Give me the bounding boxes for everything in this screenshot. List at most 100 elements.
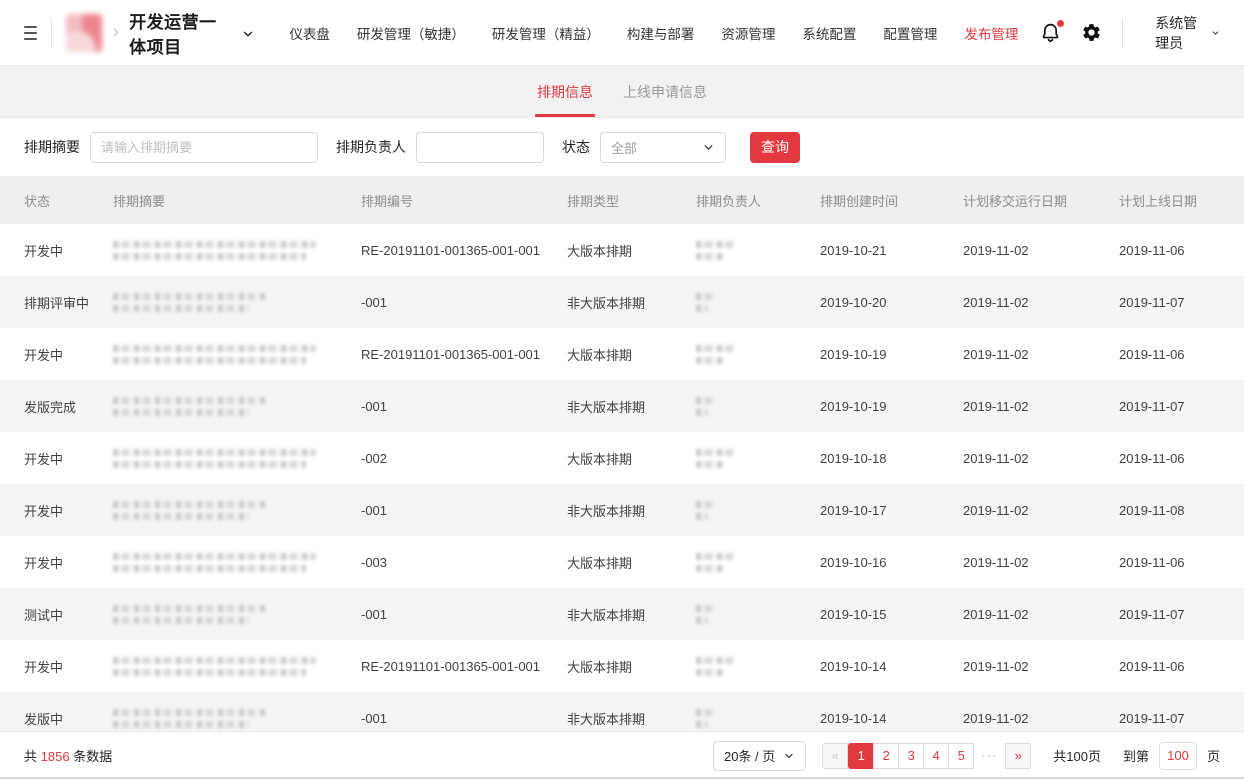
total-pages-text: 共100页 — [1053, 746, 1101, 765]
page-size-select[interactable]: 20条 / 页 — [713, 741, 806, 771]
goto-page-label: 到第 — [1123, 746, 1149, 765]
status-filter-select[interactable]: 全部 — [600, 132, 726, 163]
owner-redacted-text — [696, 709, 820, 728]
owner-redacted-text — [696, 605, 820, 624]
summary-filter-input[interactable] — [90, 132, 318, 163]
notification-badge — [1057, 20, 1064, 27]
status-cell: 开发中 — [24, 345, 113, 364]
chevron-down-icon — [783, 750, 795, 762]
column-header: 排期编号 — [361, 191, 567, 210]
schedule-code-cell: -003 — [361, 555, 567, 570]
handover-date-cell: 2019-11-02 — [963, 711, 1119, 726]
next-page-button[interactable]: » — [1005, 743, 1031, 769]
divider — [1122, 18, 1123, 48]
notifications-bell-icon[interactable] — [1040, 22, 1061, 43]
tab[interactable]: 排期信息 — [535, 66, 595, 117]
schedule-type-cell: 大版本排期 — [567, 553, 696, 572]
created-date-cell: 2019-10-14 — [820, 711, 963, 726]
owner-redacted-text — [696, 397, 820, 416]
schedule-type-cell: 非大版本排期 — [567, 293, 696, 312]
table-row[interactable]: 开发中 -001 非大版本排期 2019-10-17 2019-11-02 20… — [0, 484, 1244, 536]
schedule-code-cell: -002 — [361, 451, 567, 466]
page-button[interactable]: 4 — [923, 743, 949, 769]
page-button[interactable]: 1 — [848, 743, 874, 769]
tab-bar: 排期信息上线申请信息 — [0, 66, 1244, 118]
handover-date-cell: 2019-11-02 — [963, 555, 1119, 570]
created-date-cell: 2019-10-15 — [820, 607, 963, 622]
column-header: 排期负责人 — [696, 191, 820, 210]
status-cell: 开发中 — [24, 553, 113, 572]
total-count-number: 1856 — [41, 749, 70, 764]
user-menu[interactable]: 系统管理员 — [1141, 13, 1220, 53]
nav-item[interactable]: 配置管理 — [883, 23, 937, 43]
table-row[interactable]: 测试中 -001 非大版本排期 2019-10-15 2019-11-02 20… — [0, 588, 1244, 640]
schedule-type-cell: 非大版本排期 — [567, 397, 696, 416]
owner-redacted-text — [696, 449, 820, 468]
created-date-cell: 2019-10-14 — [820, 659, 963, 674]
tab[interactable]: 上线申请信息 — [621, 66, 709, 117]
online-date-cell: 2019-11-06 — [1119, 451, 1244, 466]
summary-redacted-text — [113, 397, 361, 416]
app-logo[interactable] — [66, 14, 103, 52]
goto-page-input[interactable] — [1159, 742, 1197, 770]
chevron-down-icon — [1211, 26, 1220, 40]
hamburger-menu-icon[interactable] — [24, 26, 37, 40]
schedule-code-cell: -001 — [361, 503, 567, 518]
owner-redacted-text — [696, 293, 820, 312]
status-cell: 发版完成 — [24, 397, 113, 416]
schedule-type-cell: 大版本排期 — [567, 345, 696, 364]
breadcrumb-chevron-icon: › — [112, 21, 119, 44]
page-buttons: « 12345 ··· » — [822, 743, 1031, 769]
chevron-down-icon[interactable] — [241, 27, 255, 41]
table-row[interactable]: 开发中 -002 大版本排期 2019-10-18 2019-11-02 201… — [0, 432, 1244, 484]
table-header: 状态排期摘要排期编号排期类型排期负责人排期创建时间计划移交运行日期计划上线日期 — [0, 176, 1244, 224]
table-row[interactable]: 开发中 RE-20191101-001365-001-001 大版本排期 201… — [0, 328, 1244, 380]
owner-redacted-text — [696, 553, 820, 572]
table-row[interactable]: 开发中 RE-20191101-001365-001-001 大版本排期 201… — [0, 224, 1244, 276]
status-cell: 排期评审中 — [24, 293, 113, 312]
table-row[interactable]: 发版中 -001 非大版本排期 2019-10-14 2019-11-02 20… — [0, 692, 1244, 731]
handover-date-cell: 2019-11-02 — [963, 399, 1119, 414]
status-selected-value: 全部 — [611, 138, 637, 157]
table-row[interactable]: 开发中 -003 大版本排期 2019-10-16 2019-11-02 201… — [0, 536, 1244, 588]
settings-gear-icon[interactable] — [1081, 22, 1102, 43]
nav-item[interactable]: 发布管理 — [964, 23, 1018, 43]
schedule-type-cell: 大版本排期 — [567, 449, 696, 468]
summary-redacted-text — [113, 501, 361, 520]
search-button[interactable]: 查询 — [750, 132, 800, 163]
summary-redacted-text — [113, 709, 361, 728]
nav-item[interactable]: 研发管理（敏捷） — [357, 23, 465, 43]
table-row[interactable]: 开发中 RE-20191101-001365-001-001 大版本排期 201… — [0, 640, 1244, 692]
status-cell: 发版中 — [24, 709, 113, 728]
table-row[interactable]: 排期评审中 -001 非大版本排期 2019-10-20 2019-11-02 … — [0, 276, 1244, 328]
schedule-code-cell: RE-20191101-001365-001-001 — [361, 243, 567, 258]
prev-page-button[interactable]: « — [822, 743, 848, 769]
nav-item[interactable]: 仪表盘 — [289, 23, 330, 43]
column-header: 排期类型 — [567, 191, 696, 210]
page-size-value: 20条 / 页 — [724, 746, 775, 765]
summary-redacted-text — [113, 449, 361, 468]
owner-redacted-text — [696, 501, 820, 520]
nav-item[interactable]: 资源管理 — [721, 23, 775, 43]
project-title[interactable]: 开发运营一体项目 — [129, 8, 231, 58]
owner-filter-input[interactable] — [416, 132, 544, 163]
schedule-type-cell: 非大版本排期 — [567, 605, 696, 624]
page-button[interactable]: 2 — [873, 743, 899, 769]
created-date-cell: 2019-10-19 — [820, 399, 963, 414]
nav-item[interactable]: 系统配置 — [802, 23, 856, 43]
app-window: › 开发运营一体项目 仪表盘 研发管理（敏捷） 研发管理（精益） 构建与部署 资源管理 系… — [0, 0, 1244, 779]
nav-item[interactable]: 构建与部署 — [627, 23, 695, 43]
main-nav: 仪表盘 研发管理（敏捷） 研发管理（精益） 构建与部署 资源管理 系统配置 配置管理 发布管理 — [289, 23, 1018, 43]
page-button[interactable]: 5 — [948, 743, 974, 769]
table-row[interactable]: 发版完成 -001 非大版本排期 2019-10-19 2019-11-02 2… — [0, 380, 1244, 432]
schedule-code-cell: -001 — [361, 295, 567, 310]
pages-ellipsis: ··· — [981, 748, 997, 763]
nav-item[interactable]: 研发管理（精益） — [492, 23, 600, 43]
schedule-type-cell: 大版本排期 — [567, 657, 696, 676]
page-button[interactable]: 3 — [898, 743, 924, 769]
schedule-code-cell: -001 — [361, 711, 567, 726]
status-filter-label: 状态 — [562, 137, 590, 157]
user-name: 系统管理员 — [1155, 13, 1201, 53]
handover-date-cell: 2019-11-02 — [963, 659, 1119, 674]
status-cell: 开发中 — [24, 501, 113, 520]
